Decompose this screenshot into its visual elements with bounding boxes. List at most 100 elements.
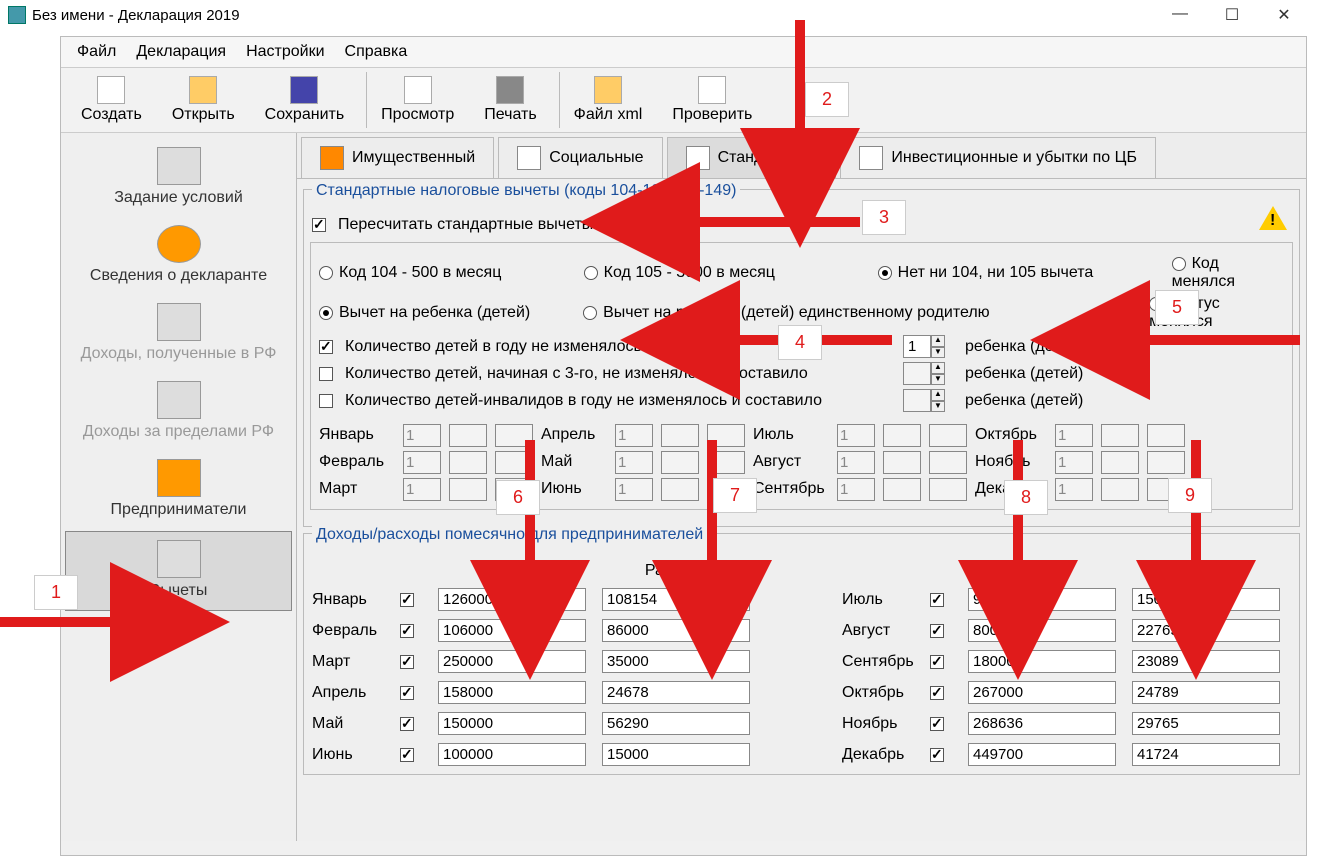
income-input[interactable] xyxy=(968,712,1116,735)
expense-input[interactable] xyxy=(602,619,750,642)
month-label: Февраль xyxy=(312,622,386,640)
sidebar-item-declarant[interactable]: Сведения о декларанте xyxy=(61,217,296,295)
callout-3: 3 xyxy=(862,200,906,235)
callout-8: 8 xyxy=(1004,480,1048,515)
menu-help[interactable]: Справка xyxy=(339,41,414,63)
house-icon xyxy=(320,146,344,170)
income-input[interactable] xyxy=(438,681,586,704)
tab-property[interactable]: Имущественный xyxy=(301,137,494,178)
tb-xml[interactable]: Файл xml xyxy=(559,72,657,128)
menubar: Файл Декларация Настройки Справка xyxy=(61,37,1306,68)
tab-social[interactable]: Социальные xyxy=(498,137,662,178)
callout-2: 2 xyxy=(805,82,849,117)
tb-open[interactable]: Открыть xyxy=(158,72,249,128)
callout-1: 1 xyxy=(34,575,78,610)
month-label: Август xyxy=(842,622,916,640)
tb-create[interactable]: Создать xyxy=(67,72,156,128)
chk-children-const[interactable] xyxy=(319,340,333,354)
radio-105[interactable] xyxy=(584,266,598,280)
sidebar-item-deductions[interactable]: Вычеты xyxy=(65,531,292,611)
expense-input[interactable] xyxy=(602,681,750,704)
tb-print[interactable]: Печать xyxy=(470,72,550,128)
expense-input[interactable] xyxy=(1132,619,1280,642)
expense-input[interactable] xyxy=(1132,712,1280,735)
person-icon xyxy=(157,225,201,263)
chk-month[interactable] xyxy=(400,593,414,607)
radio-child[interactable] xyxy=(319,306,333,320)
expense-input[interactable] xyxy=(602,650,750,673)
apr-1[interactable] xyxy=(615,424,653,447)
spinner-children-dis[interactable]: ▲▼ xyxy=(903,389,945,412)
check-icon xyxy=(698,76,726,104)
radio-104[interactable] xyxy=(319,266,333,280)
income-input[interactable] xyxy=(968,743,1116,766)
spinner-children[interactable]: ▲▼ xyxy=(903,335,945,358)
chk-month[interactable] xyxy=(400,748,414,762)
income-input[interactable] xyxy=(438,712,586,735)
chk-month[interactable] xyxy=(400,686,414,700)
chk-recalc[interactable] xyxy=(312,218,326,232)
tb-preview[interactable]: Просмотр xyxy=(366,72,468,128)
income-input[interactable] xyxy=(438,650,586,673)
month-label: Октябрь xyxy=(842,684,916,702)
month-label: Апрель xyxy=(312,684,386,702)
conditions-icon xyxy=(157,147,201,185)
chk-month[interactable] xyxy=(930,624,944,638)
jan-3[interactable] xyxy=(495,424,533,447)
expense-input[interactable] xyxy=(602,588,750,611)
jul-1[interactable] xyxy=(837,424,875,447)
radio-single-parent[interactable] xyxy=(583,306,597,320)
expense-input[interactable] xyxy=(1132,588,1280,611)
menu-file[interactable]: Файл xyxy=(71,41,122,63)
callout-9: 9 xyxy=(1168,478,1212,513)
expense-input[interactable] xyxy=(602,743,750,766)
tab-investment[interactable]: Инвестиционные и убытки по ЦБ xyxy=(840,137,1156,178)
chk-month[interactable] xyxy=(400,624,414,638)
radio-none[interactable] xyxy=(878,266,892,280)
chk-children-3plus[interactable] xyxy=(319,367,333,381)
spinner-children-3[interactable]: ▲▼ xyxy=(903,362,945,385)
open-icon xyxy=(189,76,217,104)
chk-month[interactable] xyxy=(930,686,944,700)
month-label: Ноябрь xyxy=(842,715,916,733)
minimize-button[interactable]: — xyxy=(1163,5,1197,25)
income-input[interactable] xyxy=(968,681,1116,704)
chk-month[interactable] xyxy=(400,717,414,731)
tb-save[interactable]: Сохранить xyxy=(251,72,359,128)
group2-title: Доходы/расходы помесячно для предпринима… xyxy=(312,526,707,544)
chk-month[interactable] xyxy=(400,655,414,669)
income-input[interactable] xyxy=(968,650,1116,673)
hdr-income: Доходы xyxy=(438,562,588,580)
chk-month[interactable] xyxy=(930,655,944,669)
hdr-expense2: Расходы xyxy=(1132,562,1282,580)
income-input[interactable] xyxy=(968,588,1116,611)
oct-1[interactable] xyxy=(1055,424,1093,447)
sidebar-item-conditions[interactable]: Задание условий xyxy=(61,139,296,217)
income-input[interactable] xyxy=(968,619,1116,642)
income-input[interactable] xyxy=(438,619,586,642)
expense-input[interactable] xyxy=(602,712,750,735)
print-icon xyxy=(496,76,524,104)
menu-settings[interactable]: Настройки xyxy=(240,41,330,63)
chk-month[interactable] xyxy=(930,717,944,731)
tab-standard[interactable]: Стандартные xyxy=(667,137,837,178)
jan-2[interactable] xyxy=(449,424,487,447)
menu-declaration[interactable]: Декларация xyxy=(130,41,232,63)
close-button[interactable]: ✕ xyxy=(1267,5,1301,25)
chk-month[interactable] xyxy=(930,748,944,762)
expense-input[interactable] xyxy=(1132,650,1280,673)
chk-month[interactable] xyxy=(930,593,944,607)
jan-1[interactable] xyxy=(403,424,441,447)
chk-children-disabled[interactable] xyxy=(319,394,333,408)
income-input[interactable] xyxy=(438,743,586,766)
month-label: Сентябрь xyxy=(842,653,916,671)
expense-input[interactable] xyxy=(1132,681,1280,704)
income-input[interactable] xyxy=(438,588,586,611)
group-income-expense: Доходы/расходы помесячно для предпринима… xyxy=(303,533,1300,775)
tb-check[interactable]: Проверить xyxy=(658,72,766,128)
xml-icon xyxy=(594,76,622,104)
radio-code-changed[interactable] xyxy=(1172,257,1186,271)
sidebar-item-entrepreneur[interactable]: Предприниматели xyxy=(61,451,296,529)
expense-input[interactable] xyxy=(1132,743,1280,766)
maximize-button[interactable]: ☐ xyxy=(1215,5,1249,25)
